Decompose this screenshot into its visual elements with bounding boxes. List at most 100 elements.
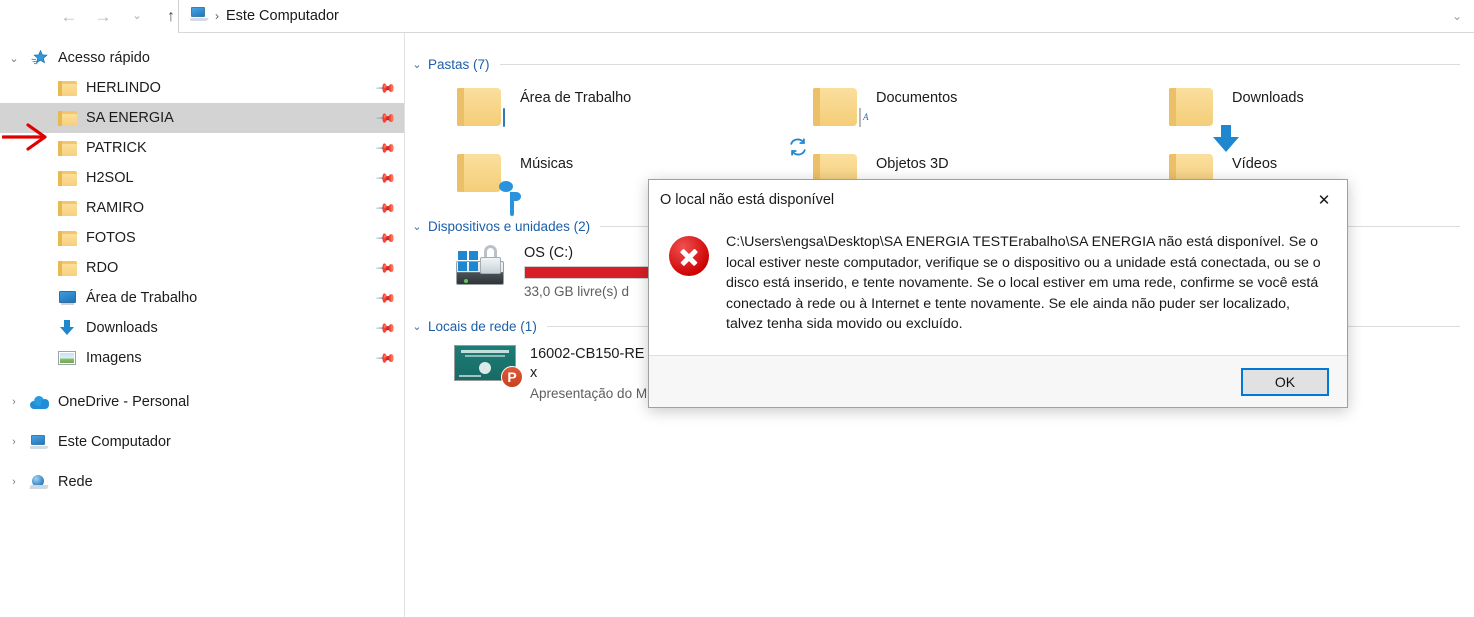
cloud-icon <box>28 392 50 412</box>
sidebar-group-label: Acesso rápido <box>58 50 150 66</box>
pin-icon[interactable]: 📌 <box>375 287 397 309</box>
onedrive-chevron-right-icon[interactable]: › <box>0 387 28 417</box>
download-icon <box>56 318 78 338</box>
powerpoint-icon: P <box>454 345 523 388</box>
pin-icon[interactable]: 📌 <box>375 197 397 219</box>
folder-tile-downloads[interactable]: Downloads <box>1118 75 1474 152</box>
quick-access-chevron-down-icon[interactable]: ⌄ <box>0 43 28 73</box>
navigation-pane[interactable]: ⌄ Acesso rápido HERLINDO 📌 SA ENERGIA 📌 <box>0 33 405 617</box>
pin-icon[interactable]: 📌 <box>375 317 397 339</box>
address-bar[interactable]: › Este Computador ⌄ <box>178 0 1474 33</box>
folder-icon <box>56 168 78 188</box>
close-icon[interactable]: ✕ <box>1301 180 1347 220</box>
forward-button[interactable]: → <box>86 2 120 32</box>
sidebar-item-label: SA ENERGIA <box>86 110 174 126</box>
sidebar-item-area-de-trabalho[interactable]: Área de Trabalho 📌 <box>0 283 404 313</box>
section-title: Pastas (7) <box>428 56 490 72</box>
desktop-icon <box>56 288 78 308</box>
refresh-icon[interactable] <box>787 136 809 158</box>
sidebar-item-este-computador[interactable]: › Este Computador <box>0 427 404 457</box>
folder-tile-area-de-trabalho[interactable]: Área de Trabalho <box>406 75 762 141</box>
section-rule <box>499 63 1460 65</box>
dispositivos-chevron-down-icon[interactable]: ⌄ <box>406 220 428 233</box>
folder-icon <box>56 78 78 98</box>
sidebar-item-downloads[interactable]: Downloads 📌 <box>0 313 404 343</box>
folder-tile-label: Documentos <box>876 90 958 106</box>
sidebar-item-label: H2SOL <box>86 170 134 186</box>
sidebar-item-onedrive[interactable]: › OneDrive - Personal <box>0 387 404 417</box>
sidebar-item-h2sol[interactable]: H2SOL 📌 <box>0 163 404 193</box>
sidebar-item-herlindo[interactable]: HERLINDO 📌 <box>0 73 404 103</box>
pictures-icon <box>56 348 78 368</box>
sidebar-item-imagens[interactable]: Imagens 📌 <box>0 343 404 373</box>
sidebar-item-rede[interactable]: › Rede <box>0 467 404 497</box>
section-title: Locais de rede (1) <box>428 318 537 334</box>
pc-icon <box>28 432 50 452</box>
dialog-message: C:\Users\engsa\Desktop\SA ENERGIA TESTEr… <box>726 234 1321 332</box>
pin-icon[interactable]: 📌 <box>375 347 397 369</box>
network-icon <box>28 472 50 492</box>
sidebar-item-label: PATRICK <box>86 140 147 156</box>
folder-music-icon <box>454 147 521 216</box>
this-pc-chevron-right-icon[interactable]: › <box>0 427 28 457</box>
folder-tile-documentos[interactable]: A Documentos <box>762 75 1118 141</box>
breadcrumb-separator-icon: › <box>215 9 219 23</box>
section-title: Dispositivos e unidades (2) <box>428 218 591 234</box>
folder-tile-label: Objetos 3D <box>876 156 949 172</box>
ok-button[interactable]: OK <box>1241 367 1329 396</box>
sidebar-group-quick-access[interactable]: ⌄ Acesso rápido <box>0 43 404 73</box>
sidebar-item-label: Downloads <box>86 320 158 336</box>
powerpoint-badge: P <box>501 366 523 388</box>
folder-tile-label: Downloads <box>1232 90 1304 106</box>
network-chevron-right-icon[interactable]: › <box>0 467 28 497</box>
sidebar-item-label: HERLINDO <box>86 80 161 96</box>
sidebar-item-label: Este Computador <box>58 434 171 450</box>
back-button[interactable]: ← <box>52 2 86 32</box>
sidebar-item-rdo[interactable]: RDO 📌 <box>0 253 404 283</box>
pastas-chevron-down-icon[interactable]: ⌄ <box>406 58 428 71</box>
dialog-footer: OK <box>649 355 1347 407</box>
section-header-pastas[interactable]: ⌄ Pastas (7) <box>406 53 1474 75</box>
this-pc-icon <box>189 7 209 25</box>
sidebar-item-label: RDO <box>86 260 119 276</box>
pin-icon[interactable]: 📌 <box>375 77 397 99</box>
folder-icon <box>56 108 78 128</box>
breadcrumb-this-computer[interactable]: Este Computador <box>226 8 339 24</box>
folder-icon <box>56 198 78 218</box>
folder-desktop-icon <box>454 81 506 133</box>
folder-tile-label: Vídeos <box>1232 156 1278 172</box>
folder-documents-icon: A <box>810 81 869 133</box>
locais-chevron-down-icon[interactable]: ⌄ <box>406 320 428 333</box>
pin-icon[interactable]: 📌 <box>375 257 397 279</box>
sidebar-item-sa-energia[interactable]: SA ENERGIA 📌 <box>0 103 404 133</box>
sidebar-item-ramiro[interactable]: RAMIRO 📌 <box>0 193 404 223</box>
sidebar-item-label: Imagens <box>86 350 142 366</box>
folder-icon <box>56 258 78 278</box>
sidebar-item-patrick[interactable]: PATRICK 📌 <box>0 133 404 163</box>
pin-icon[interactable]: 📌 <box>375 227 397 249</box>
pin-icon[interactable]: 📌 <box>375 137 397 159</box>
sidebar-item-fotos[interactable]: FOTOS 📌 <box>0 223 404 253</box>
folder-tile-label: Área de Trabalho <box>520 90 632 106</box>
dialog-title: O local não está disponível <box>660 192 835 208</box>
folder-icon <box>56 228 78 248</box>
location-unavailable-dialog[interactable]: O local não está disponível ✕ C:\Users\e… <box>648 179 1348 408</box>
star-icon <box>28 48 50 68</box>
sidebar-item-label: FOTOS <box>86 230 136 246</box>
recent-locations-chevron-down-icon[interactable]: ⌄ <box>120 2 154 32</box>
sidebar-item-label: Área de Trabalho <box>86 290 198 306</box>
pin-icon[interactable]: 📌 <box>375 167 397 189</box>
sidebar-item-label: OneDrive - Personal <box>58 394 190 410</box>
error-icon <box>669 236 709 276</box>
dialog-title-bar: O local não está disponível ✕ <box>649 180 1347 220</box>
folder-icon <box>56 138 78 158</box>
folder-tile-label: Músicas <box>520 156 574 172</box>
folder-downloads-icon <box>1166 81 1239 152</box>
address-chevron-down-icon[interactable]: ⌄ <box>1452 9 1462 23</box>
sidebar-item-label: Rede <box>58 474 93 490</box>
explorer-window: ← → ⌄ ↑ › Este Computador ⌄ ⌄ Acesso ráp… <box>0 0 1474 617</box>
dialog-body: C:\Users\engsa\Desktop\SA ENERGIA TESTEr… <box>649 220 1347 355</box>
pin-icon[interactable]: 📌 <box>375 107 397 129</box>
sidebar-item-label: RAMIRO <box>86 200 144 216</box>
drive-bitlocker-icon <box>454 243 514 293</box>
